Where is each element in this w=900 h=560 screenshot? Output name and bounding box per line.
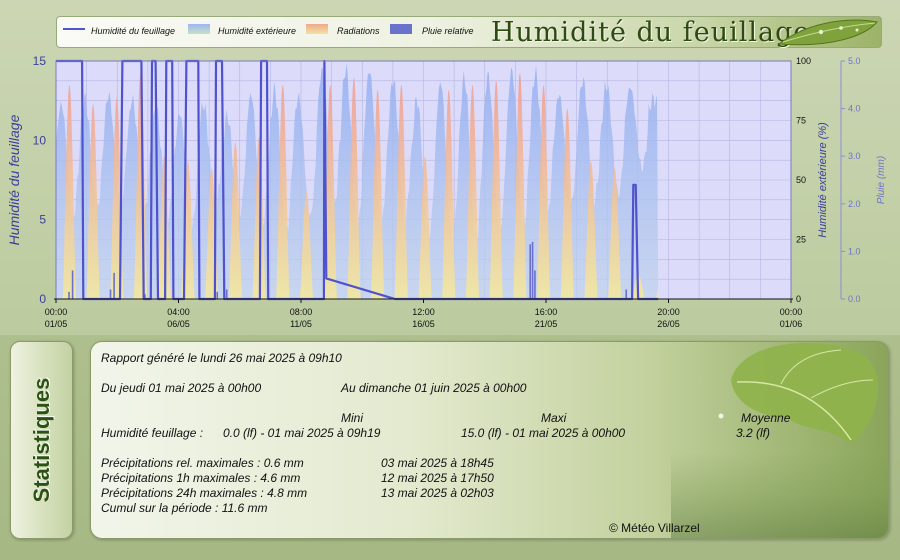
rain-bar <box>225 289 228 299</box>
foliage-max: 15.0 (lf) - 01 mai 2025 à 00h00 <box>461 426 626 440</box>
x-tick-label-date: 06/05 <box>167 319 190 329</box>
x-tick-label-time: 04:00 <box>167 307 190 317</box>
precip-rel-date: 03 mai 2025 à 18h45 <box>381 456 494 470</box>
y-axis-title-pluie: Pluie (mm) <box>876 156 887 204</box>
x-tick-label-date: 21/05 <box>535 319 558 329</box>
x-tick-label-date: 01/06 <box>780 319 803 329</box>
rain-bar <box>534 270 536 299</box>
x-tick-label-date: 26/05 <box>657 319 680 329</box>
precip-1h-date: 12 mai 2025 à 17h50 <box>381 471 494 485</box>
y-tick-label-right: 100 <box>796 56 811 66</box>
x-tick-label-time: 16:00 <box>535 307 558 317</box>
stats-tab-label: Statistiques <box>28 377 54 503</box>
period-from: Du jeudi 01 mai 2025 à 00h00 <box>101 381 262 395</box>
y-axis-title-right: Humidité extérieure (%) <box>817 122 829 238</box>
y-tick-label-right: 25 <box>796 235 806 245</box>
foliage-label: Humidité feuillage : <box>101 426 204 440</box>
x-tick-label-time: 08:00 <box>290 307 313 317</box>
x-tick-label-date: 16/05 <box>412 319 435 329</box>
rain-bar <box>625 289 628 299</box>
precip-rel-label: Précipitations rel. maximales : 0.6 mm <box>101 456 304 470</box>
cumul-line: Cumul sur la période : 11.6 mm <box>101 501 268 515</box>
y-axis-title-left: Humidité du feuillage <box>6 114 22 245</box>
col-header-min: Mini <box>341 411 364 425</box>
x-tick-label-time: 00:00 <box>780 307 803 317</box>
rain-bar <box>71 270 74 299</box>
copyright-text: © Météo Villarzel <box>609 521 700 535</box>
period-to: Au dimanche 01 juin 2025 à 00h00 <box>341 381 527 395</box>
col-header-max: Maxi <box>541 411 567 425</box>
precip-1h-label: Précipitations 1h maximales : 4.6 mm <box>101 471 301 485</box>
rain-bar <box>68 291 70 299</box>
foliage-avg: 3.2 (lf) <box>736 426 771 440</box>
x-tick-label-time: 12:00 <box>412 307 435 317</box>
rain-bar <box>113 272 115 299</box>
y-tick-label-right: 50 <box>796 175 806 185</box>
y-tick-label-left: 0 <box>39 292 46 306</box>
y-tick-label-pluie: 5.0 <box>848 56 861 66</box>
stats-panel: Rapport généré le lundi 26 mai 2025 à 09… <box>90 341 889 539</box>
y-tick-label-pluie: 0.0 <box>848 294 861 304</box>
precip-24h-date: 13 mai 2025 à 02h03 <box>381 486 494 500</box>
x-tick-label-date: 01/05 <box>45 319 68 329</box>
y-tick-label-right: 0 <box>796 294 801 304</box>
rain-bar <box>109 289 112 299</box>
x-tick-label-time: 20:00 <box>657 307 680 317</box>
y-tick-label-left: 15 <box>33 54 47 68</box>
y-tick-label-pluie: 1.0 <box>848 246 861 256</box>
x-tick-label-time: 00:00 <box>45 307 68 317</box>
rain-bar <box>531 241 534 299</box>
y-tick-label-left: 10 <box>33 133 47 147</box>
foliage-min: 0.0 (lf) - 01 mai 2025 à 09h19 <box>223 426 381 440</box>
col-header-avg: Moyenne <box>741 411 791 425</box>
x-tick-label-date: 11/05 <box>290 319 312 329</box>
report-line: Rapport généré le lundi 26 mai 2025 à 09… <box>101 351 342 365</box>
y-tick-label-pluie: 2.0 <box>848 199 861 209</box>
water-reflection <box>671 452 888 538</box>
y-tick-label-pluie: 3.0 <box>848 151 861 161</box>
stats-tab[interactable]: Statistiques <box>10 341 73 539</box>
precip-24h-label: Précipitations 24h maximales : 4.8 mm <box>101 486 308 500</box>
chart-plot: 0 5 10 15 0 25 50 75 100 0.0 1.0 2.0 3.0 4.0 5.0 Humidi… <box>6 54 887 329</box>
rain-bar <box>216 291 219 299</box>
y-tick-label-right: 75 <box>796 116 806 126</box>
y-tick-label-left: 5 <box>39 213 46 227</box>
rain-bar <box>529 244 531 299</box>
y-tick-label-pluie: 4.0 <box>848 104 861 114</box>
